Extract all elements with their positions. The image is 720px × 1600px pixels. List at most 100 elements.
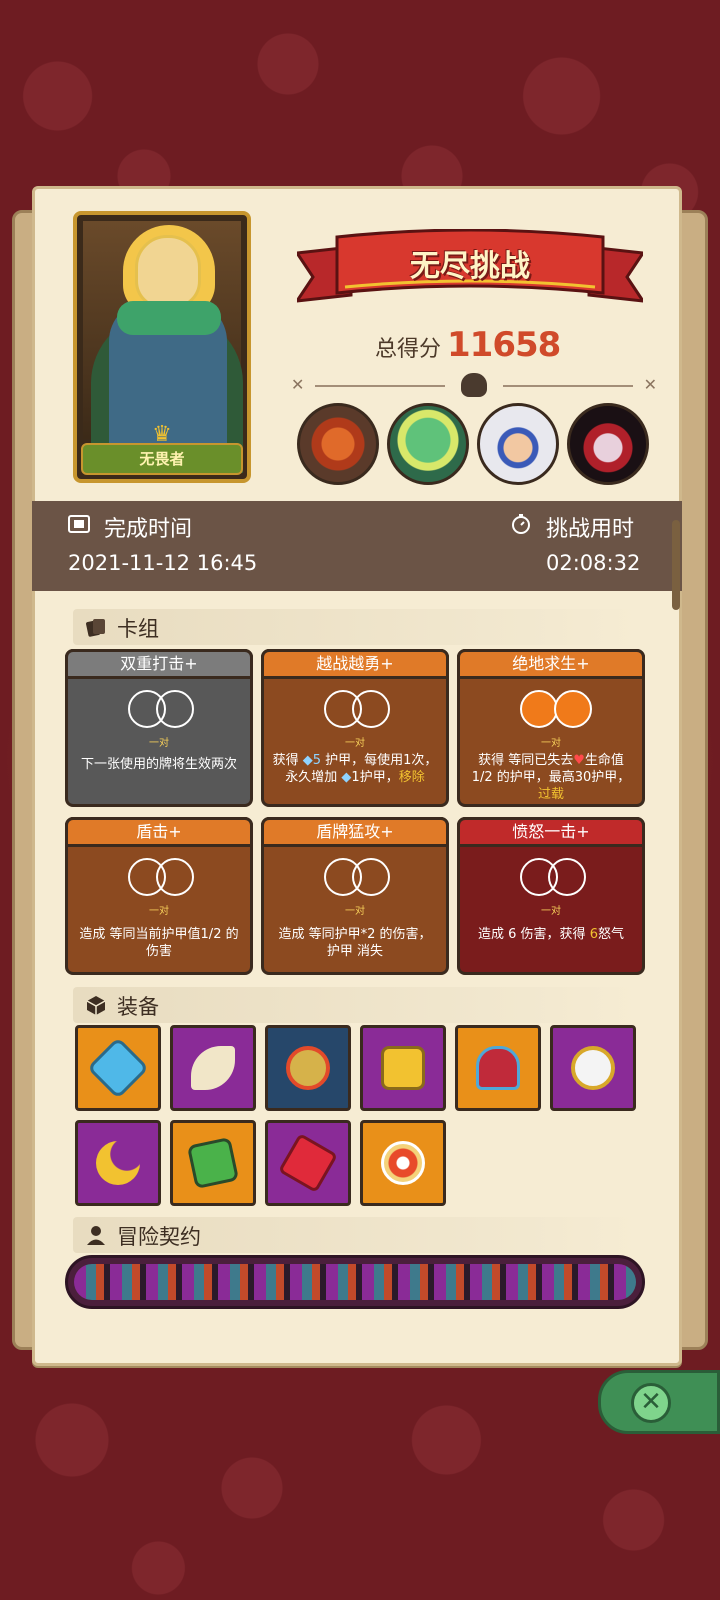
boss-vampire-icon[interactable] <box>567 403 649 485</box>
score-value: 11658 <box>447 325 561 365</box>
card-description: 下一张使用的牌将生效两次 <box>80 757 237 772</box>
red-crystal-icon <box>277 1132 339 1194</box>
card-shield-assault[interactable]: 盾牌猛攻+ 一对 造成 等同护甲*2 的伤害，护甲 消失 <box>261 817 449 975</box>
adventure-contracts-bar[interactable] <box>65 1255 645 1309</box>
crossed-swords-icon: ✕ <box>643 375 657 394</box>
desc-text: 造成 6 伤害，获得 <box>478 927 590 942</box>
close-icon[interactable]: ✕ <box>631 1383 671 1423</box>
equipment-slot[interactable] <box>265 1120 351 1206</box>
divider-line-right <box>503 385 633 387</box>
card-fight-braver[interactable]: 越战越勇+ 一对 获得 ◆5 护甲，每使用1次，永久增加 ◆1护甲，移除 <box>261 649 449 807</box>
cards-icon <box>86 619 105 637</box>
close-tab[interactable]: ✕ <box>598 1370 720 1434</box>
ring-icon <box>554 690 592 728</box>
card-title: 绝地求生+ <box>457 649 645 679</box>
equipment-slot[interactable] <box>170 1120 256 1206</box>
deck-section-title: 卡组 <box>117 617 159 641</box>
hero-scarf <box>117 301 221 335</box>
contracts-section-title: 冒险契约 <box>117 1225 201 1249</box>
box-icon <box>86 996 106 1015</box>
desc-keyword: 过载 <box>537 787 564 802</box>
card-title: 越战越勇+ <box>261 649 449 679</box>
golden-box-icon <box>381 1046 425 1090</box>
panel-scrollbar[interactable] <box>672 520 680 610</box>
crown-icon: ♛ <box>152 422 172 447</box>
card-title: 双重打击+ <box>65 649 253 679</box>
stopwatch-icon <box>512 514 530 534</box>
armor-compass-icon <box>286 1046 330 1090</box>
card-description: 造成 6 伤害，获得 6怒气 <box>468 926 634 943</box>
equipment-slot[interactable] <box>360 1120 446 1206</box>
ring-icon <box>520 690 558 728</box>
desc-armor-value: 5 <box>312 753 321 768</box>
card-title: 盾牌猛攻+ <box>261 817 449 847</box>
equipment-slot[interactable] <box>455 1025 541 1111</box>
mode-title: 无尽挑战 <box>410 249 530 284</box>
desc-text: 获得 <box>272 753 303 768</box>
card-rings <box>520 690 592 730</box>
card-description: 造成 等同护甲*2 的伤害，护甲 消失 <box>278 927 432 959</box>
crowned-shield-icon <box>476 1046 520 1090</box>
card-pair-label: 一对 <box>541 906 561 917</box>
card-title: 愤怒一击+ <box>457 817 645 847</box>
card-rings <box>324 690 394 730</box>
duration-value: 02:08:32 <box>546 551 641 575</box>
desc-text: 获得 等同已失去 <box>478 753 574 768</box>
orange-medallion-icon <box>381 1141 425 1185</box>
contract-icons-strip <box>74 1264 636 1300</box>
equipment-section-header: 装备 <box>73 987 639 1023</box>
card-rage-strike[interactable]: 愤怒一击+ 一对 造成 6 伤害，获得 6怒气 <box>457 817 645 975</box>
equipment-slot[interactable] <box>75 1025 161 1111</box>
result-panel: ♛ 无畏者 无尽挑战 总得分 11658 ✕ ✕ 完成时间 2021-11-12… <box>32 186 682 1366</box>
desc-rage-value: 6 <box>589 927 598 942</box>
card-rings <box>324 858 394 898</box>
ring-icon <box>156 858 194 896</box>
shield-gem-icon <box>86 1036 150 1100</box>
hero-card[interactable]: ♛ 无畏者 <box>73 211 251 483</box>
person-icon <box>87 1226 105 1245</box>
boss-frog-icon[interactable] <box>387 403 469 485</box>
divider-line-left <box>315 385 445 387</box>
boss-cyclops-icon[interactable] <box>297 403 379 485</box>
desc-text: 怒气 <box>597 927 624 942</box>
card-rings <box>128 690 198 730</box>
hero-face <box>135 235 201 309</box>
hero-portrait <box>83 221 243 473</box>
ring-icon <box>352 690 390 728</box>
card-description: 获得 ◆5 护甲，每使用1次，永久增加 ◆1护甲，移除 <box>272 752 438 786</box>
card-pair-label: 一对 <box>149 906 169 917</box>
card-rings <box>128 858 198 898</box>
card-shield-bash[interactable]: 盾击+ 一对 造成 等同当前护甲值1/2 的伤害 <box>65 817 253 975</box>
completion-info-bar: 完成时间 2021-11-12 16:45 挑战用时 02:08:32 <box>32 501 682 591</box>
desc-text: 1护甲， <box>351 770 399 785</box>
card-desperate-survival[interactable]: 绝地求生+ 一对 获得 等同已失去♥生命值1/2 的护甲，最高30护甲，过载 <box>457 649 645 807</box>
card-rings <box>520 858 590 898</box>
ring-icon <box>548 858 586 896</box>
deck-section-header: 卡组 <box>73 609 639 645</box>
duration-label: 挑战用时 <box>546 517 635 542</box>
desc-keyword: 移除 <box>398 770 425 785</box>
card-pair-label: 一对 <box>345 906 365 917</box>
heart-icon: ♥ <box>573 753 585 768</box>
film-icon <box>68 515 90 533</box>
equipment-section-title: 装备 <box>117 995 159 1019</box>
contracts-section-header: 冒险契约 <box>73 1217 639 1253</box>
card-pair-label: 一对 <box>345 738 365 749</box>
completion-time-value: 2021-11-12 16:45 <box>68 551 258 575</box>
card-double-strike[interactable]: 双重打击+ 一对 下一张使用的牌将生效两次 <box>65 649 253 807</box>
card-description: 获得 等同已失去♥生命值1/2 的护甲，最高30护甲，过载 <box>468 752 634 803</box>
equipment-slot[interactable] <box>75 1120 161 1206</box>
equipment-slot[interactable] <box>170 1025 256 1111</box>
hero-name: 无畏者 <box>81 443 243 475</box>
equipment-slot[interactable] <box>550 1025 636 1111</box>
skull-icon <box>461 373 487 397</box>
boss-yeti-icon[interactable] <box>477 403 559 485</box>
score-label: 总得分 <box>375 337 442 362</box>
shield-icon: ◆ <box>341 770 352 785</box>
equipment-slot[interactable] <box>265 1025 351 1111</box>
completion-time-label: 完成时间 <box>104 517 193 542</box>
claws-icon <box>191 1046 235 1090</box>
card-title: 盾击+ <box>65 817 253 847</box>
equipment-slot[interactable] <box>360 1025 446 1111</box>
boss-divider: ✕ ✕ <box>291 373 657 397</box>
